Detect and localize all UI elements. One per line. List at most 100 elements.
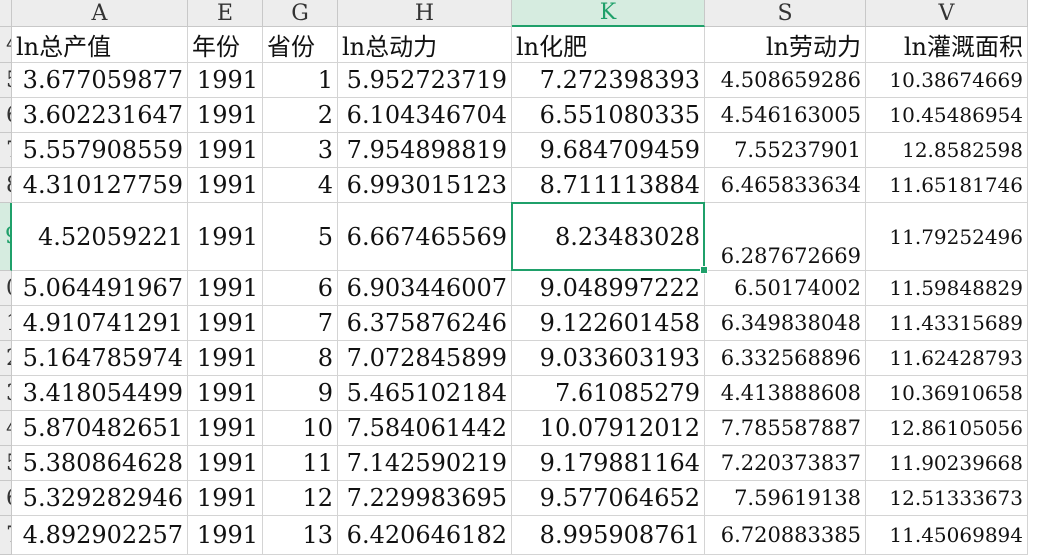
cell-g[interactable]: 10 — [263, 411, 338, 446]
cell-s[interactable]: 6.720883385 — [705, 516, 866, 555]
cell-g[interactable]: 13 — [263, 516, 338, 555]
cell-e[interactable]: 1991 — [188, 98, 263, 133]
cell-a[interactable]: 5.557908559 — [12, 133, 188, 168]
cell-s[interactable]: 4.413888608 — [705, 376, 866, 411]
cell-a[interactable]: 4.910741291 — [12, 306, 188, 341]
cell-v[interactable]: 11.90239668 — [866, 446, 1028, 481]
cell-k[interactable]: 9.684709459 — [512, 133, 705, 168]
row-header[interactable]: 9 — [0, 203, 12, 271]
cell-a[interactable]: 3.602231647 — [12, 98, 188, 133]
column-header-k[interactable]: K — [512, 0, 705, 27]
cell-g[interactable]: 2 — [263, 98, 338, 133]
row-header[interactable]: 2 — [0, 341, 12, 376]
cell-g[interactable]: 8 — [263, 341, 338, 376]
cell-h[interactable]: 6.375876246 — [338, 306, 512, 341]
cell-v[interactable]: 10.36910658 — [866, 376, 1028, 411]
cell-h[interactable]: 6.420646182 — [338, 516, 512, 555]
row-header[interactable]: 8 — [0, 168, 12, 203]
cell-h[interactable]: 5.465102184 — [338, 376, 512, 411]
cell-s[interactable]: 4.508659286 — [705, 63, 866, 98]
cell-a[interactable]: 4.310127759 — [12, 168, 188, 203]
cell-a[interactable]: 3.677059877 — [12, 63, 188, 98]
cell-e[interactable]: 1991 — [188, 446, 263, 481]
cell-k[interactable]: 7.272398393 — [512, 63, 705, 98]
cell-e[interactable]: 1991 — [188, 341, 263, 376]
cell-a[interactable]: 5.380864628 — [12, 446, 188, 481]
cell-k[interactable]: 8.995908761 — [512, 516, 705, 555]
cell-k[interactable]: 10.07912012 — [512, 411, 705, 446]
header-cell-e[interactable]: 年份 — [188, 27, 263, 63]
cell-v[interactable]: 11.62428793 — [866, 341, 1028, 376]
cell-h[interactable]: 7.142590219 — [338, 446, 512, 481]
header-cell-h[interactable]: ln总动力 — [338, 27, 512, 63]
cell-s[interactable]: 7.59619138 — [705, 481, 866, 516]
cell-s[interactable]: 6.349838048 — [705, 306, 866, 341]
cell-k[interactable]: 8.23483028 — [512, 203, 705, 271]
cell-h[interactable]: 7.229983695 — [338, 481, 512, 516]
column-header-e[interactable]: E — [188, 0, 263, 27]
cell-g[interactable]: 3 — [263, 133, 338, 168]
cell-k[interactable]: 6.551080335 — [512, 98, 705, 133]
cell-k[interactable]: 9.033603193 — [512, 341, 705, 376]
column-header-h[interactable]: H — [338, 0, 512, 27]
cell-k[interactable]: 9.179881164 — [512, 446, 705, 481]
cell-s[interactable]: 6.332568896 — [705, 341, 866, 376]
header-cell-s[interactable]: ln劳动力 — [705, 27, 866, 63]
cell-s[interactable]: 7.785587887 — [705, 411, 866, 446]
cell-h[interactable]: 5.952723719 — [338, 63, 512, 98]
select-all-corner[interactable] — [0, 0, 12, 27]
cell-e[interactable]: 1991 — [188, 203, 263, 271]
cell-v[interactable]: 11.65181746 — [866, 168, 1028, 203]
cell-k[interactable]: 9.122601458 — [512, 306, 705, 341]
row-header[interactable]: 0 — [0, 271, 12, 306]
cell-v[interactable]: 11.43315689 — [866, 306, 1028, 341]
cell-a[interactable]: 5.870482651 — [12, 411, 188, 446]
cell-g[interactable]: 1 — [263, 63, 338, 98]
cell-v[interactable]: 12.8582598 — [866, 133, 1028, 168]
header-cell-k[interactable]: ln化肥 — [512, 27, 705, 63]
header-cell-v[interactable]: ln灌溉面积 — [866, 27, 1028, 63]
cell-g[interactable]: 5 — [263, 203, 338, 271]
row-header[interactable]: 6 — [0, 98, 12, 133]
cell-h[interactable]: 7.072845899 — [338, 341, 512, 376]
cell-h[interactable]: 6.993015123 — [338, 168, 512, 203]
fill-handle[interactable] — [700, 266, 708, 274]
cell-s[interactable]: 6.465833634 — [705, 168, 866, 203]
cell-a[interactable]: 5.164785974 — [12, 341, 188, 376]
cell-h[interactable]: 7.954898819 — [338, 133, 512, 168]
row-header[interactable]: 5 — [0, 446, 12, 481]
row-header[interactable]: 6 — [0, 481, 12, 516]
cell-e[interactable]: 1991 — [188, 306, 263, 341]
cell-h[interactable]: 7.584061442 — [338, 411, 512, 446]
column-header-a[interactable]: A — [12, 0, 188, 27]
cell-h[interactable]: 6.667465569 — [338, 203, 512, 271]
row-header[interactable]: 7 — [0, 516, 12, 555]
cell-k[interactable]: 7.61085279 — [512, 376, 705, 411]
header-cell-a[interactable]: ln总产值 — [12, 27, 188, 63]
cell-v[interactable]: 11.59848829 — [866, 271, 1028, 306]
cell-e[interactable]: 1991 — [188, 411, 263, 446]
row-header[interactable]: 4 — [0, 27, 12, 63]
cell-h[interactable]: 6.104346704 — [338, 98, 512, 133]
cell-e[interactable]: 1991 — [188, 168, 263, 203]
cell-v[interactable]: 12.51333673 — [866, 481, 1028, 516]
cell-s[interactable]: 6.287672669 — [705, 203, 866, 271]
column-header-s[interactable]: S — [705, 0, 866, 27]
cell-e[interactable]: 1991 — [188, 133, 263, 168]
cell-a[interactable]: 5.329282946 — [12, 481, 188, 516]
cell-v[interactable]: 10.38674669 — [866, 63, 1028, 98]
row-header[interactable]: 3 — [0, 376, 12, 411]
cell-k[interactable]: 9.577064652 — [512, 481, 705, 516]
cell-e[interactable]: 1991 — [188, 63, 263, 98]
cell-s[interactable]: 6.50174002 — [705, 271, 866, 306]
header-cell-g[interactable]: 省份 — [263, 27, 338, 63]
cell-a[interactable]: 4.892902257 — [12, 516, 188, 555]
cell-a[interactable]: 3.418054499 — [12, 376, 188, 411]
cell-a[interactable]: 4.52059221 — [12, 203, 188, 271]
cell-s[interactable]: 7.220373837 — [705, 446, 866, 481]
cell-g[interactable]: 11 — [263, 446, 338, 481]
cell-v[interactable]: 11.45069894 — [866, 516, 1028, 555]
cell-g[interactable]: 12 — [263, 481, 338, 516]
cell-v[interactable]: 12.86105056 — [866, 411, 1028, 446]
cell-e[interactable]: 1991 — [188, 271, 263, 306]
